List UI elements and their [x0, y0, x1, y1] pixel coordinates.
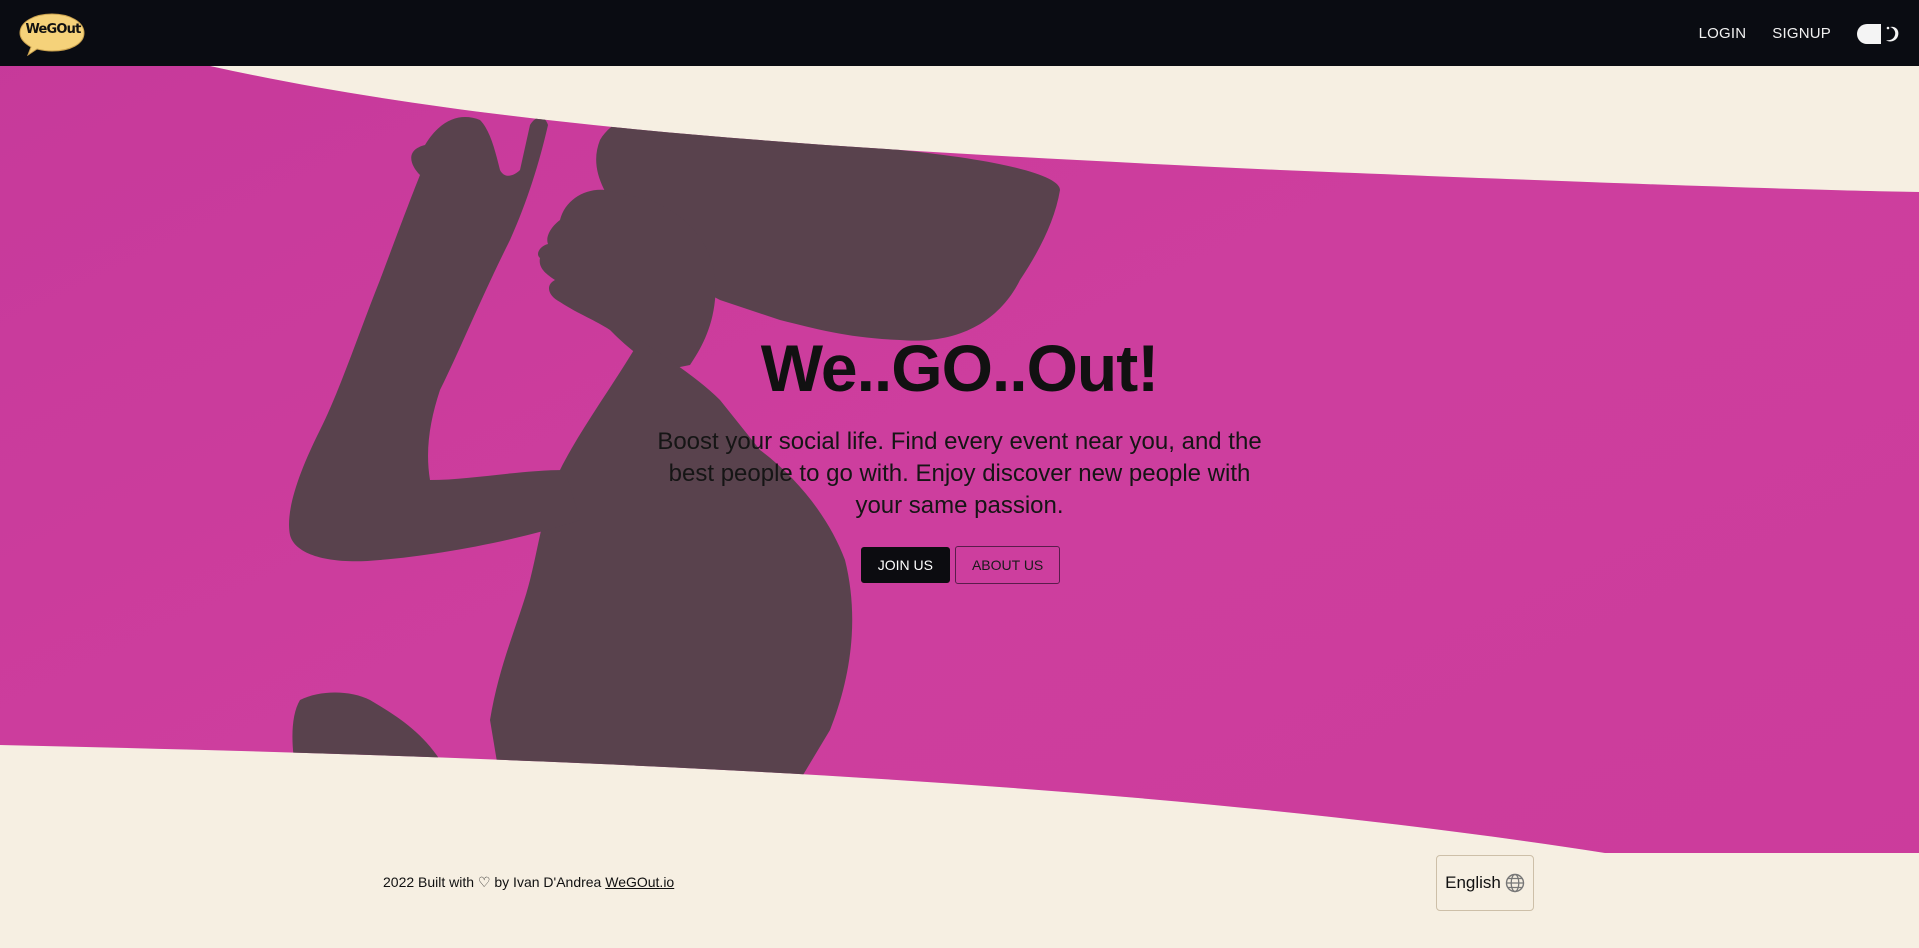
- theme-toggle[interactable]: [1857, 22, 1903, 44]
- moon-icon: [1886, 26, 1899, 42]
- hero-actions: JOIN US ABOUT US: [2, 546, 1919, 584]
- footer-credit-text: 2022 Built with ♡ by Ivan D'Andrea: [383, 874, 602, 890]
- footer: 2022 Built with ♡ by Ivan D'Andrea WeGOu…: [0, 850, 1919, 916]
- toggle-knob: [1871, 24, 1881, 44]
- language-label: English: [1445, 873, 1501, 892]
- logo-text: WeGOut: [25, 22, 81, 37]
- nav-links: LOGIN SIGNUP: [1699, 0, 1919, 66]
- hero-description: Boost your social life. Find every event…: [657, 428, 1262, 519]
- language-selector[interactable]: English: [1436, 855, 1534, 911]
- hero-title: We..GO..Out!: [760, 331, 1159, 405]
- footer-credit: 2022 Built with ♡ by Ivan D'Andrea WeGOu…: [383, 874, 674, 891]
- about-us-button[interactable]: ABOUT US: [954, 546, 1061, 584]
- join-us-button[interactable]: JOIN US: [860, 547, 950, 583]
- login-link[interactable]: LOGIN: [1699, 25, 1747, 42]
- brand-logo[interactable]: WeGOut: [18, 12, 86, 56]
- top-navbar: WeGOut LOGIN SIGNUP: [0, 0, 1919, 66]
- hero-content: We..GO..Out! Boost your social life. Fin…: [0, 330, 1919, 584]
- footer-link[interactable]: WeGOut.io: [605, 874, 674, 890]
- globe-icon: [1505, 873, 1525, 893]
- signup-link[interactable]: SIGNUP: [1772, 25, 1831, 42]
